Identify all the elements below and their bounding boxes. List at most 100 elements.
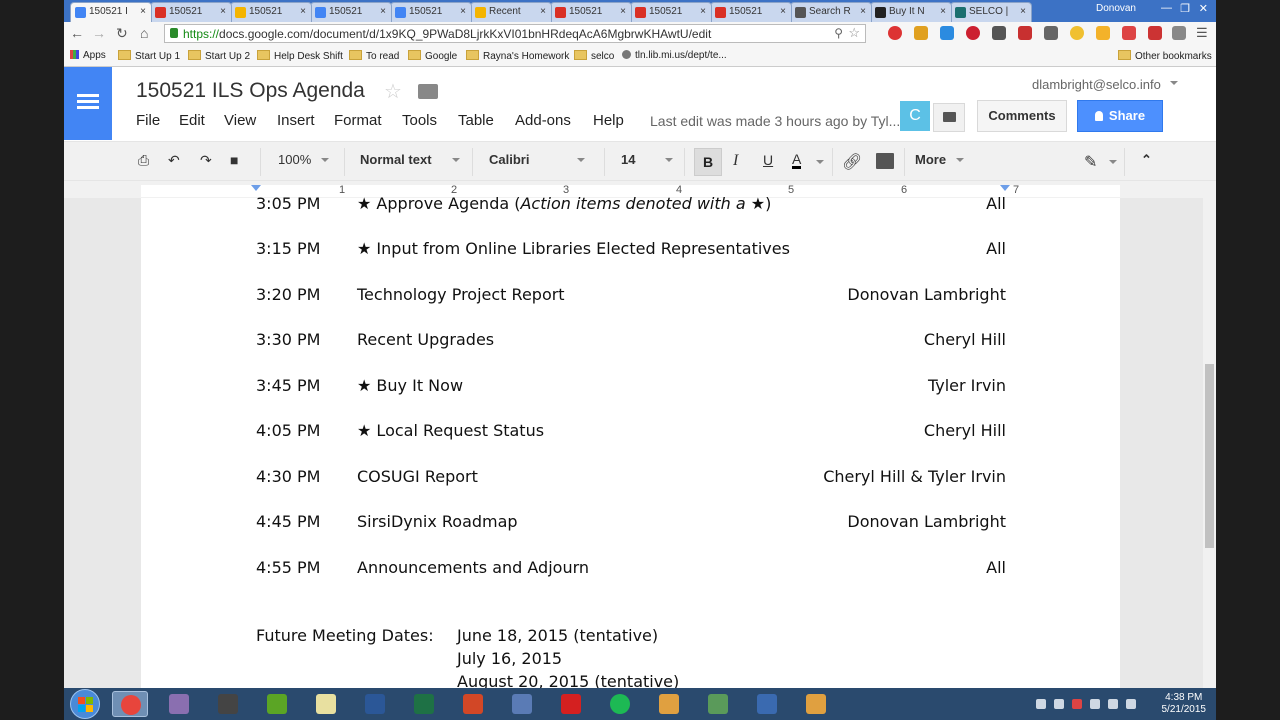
tray-show-hidden-icon[interactable]: [1036, 699, 1046, 709]
forward-icon[interactable]: →: [92, 25, 106, 41]
extension-gray-icon[interactable]: [1172, 26, 1186, 40]
menu-insert[interactable]: Insert: [277, 112, 315, 129]
bookmark-start-up-2[interactable]: Start Up 2: [188, 50, 250, 62]
taskbar-notepad-button[interactable]: [308, 691, 344, 717]
extension-blue-icon[interactable]: [940, 26, 954, 40]
browser-tab[interactable]: Recent ×: [470, 2, 552, 22]
redo-icon[interactable]: ↷: [200, 152, 212, 169]
share-button[interactable]: Share: [1077, 100, 1163, 132]
more-button[interactable]: More: [915, 152, 965, 167]
menu-tools[interactable]: Tools: [402, 112, 437, 129]
bookmark-google[interactable]: Google: [408, 50, 457, 62]
extension-eye-icon[interactable]: [914, 26, 928, 40]
taskbar-flower-button[interactable]: [651, 691, 687, 717]
browser-tab[interactable]: 150521 ×: [230, 2, 312, 22]
tray-volume-icon[interactable]: [1126, 699, 1136, 709]
gmail-icon[interactable]: [1122, 26, 1136, 40]
chat-button[interactable]: [933, 103, 965, 132]
browser-tab[interactable]: 150521 ×: [150, 2, 232, 22]
left-indent-marker[interactable]: [251, 185, 261, 191]
bookmark-apps[interactable]: Apps: [70, 50, 106, 61]
zoom-icon[interactable]: ⚲: [834, 26, 843, 40]
undo-icon[interactable]: ↶: [168, 152, 180, 169]
last-edit-link[interactable]: Last edit was made 3 hours ago by Tyl...: [650, 113, 920, 129]
document-page[interactable]: 3:05 PM ★ Approve Agenda (Action items d…: [141, 194, 1120, 691]
system-clock[interactable]: 4:38 PM 5/21/2015: [1162, 692, 1207, 716]
taskbar-network-button[interactable]: [700, 691, 736, 717]
move-to-folder-icon[interactable]: [418, 84, 438, 99]
tab-close-icon[interactable]: ×: [1020, 6, 1026, 17]
link-icon[interactable]: 🔗︎: [842, 152, 862, 172]
editing-mode-dropdown-icon[interactable]: [1109, 160, 1117, 164]
extension-opera-icon[interactable]: [888, 26, 902, 40]
taskbar-evernote-button[interactable]: [259, 691, 295, 717]
tab-close-icon[interactable]: ×: [620, 6, 626, 17]
extension-red-icon[interactable]: [1018, 26, 1032, 40]
browser-tab[interactable]: 150521 ×: [630, 2, 712, 22]
menu-table[interactable]: Table: [458, 112, 494, 129]
taskbar-word-button[interactable]: [357, 691, 393, 717]
taskbar-powerpoint-button[interactable]: [455, 691, 491, 717]
back-icon[interactable]: ←: [70, 25, 84, 41]
font-size-select[interactable]: 14: [621, 152, 674, 167]
bookmark-tln[interactable]: tln.lib.mi.us/dept/te...: [622, 50, 727, 61]
tab-close-icon[interactable]: ×: [780, 6, 786, 17]
extension-yellow-icon[interactable]: [1070, 26, 1084, 40]
italic-button[interactable]: I: [733, 152, 738, 170]
tab-close-icon[interactable]: ×: [380, 6, 386, 17]
paint-format-icon[interactable]: ■: [230, 152, 238, 168]
address-bar[interactable]: https://docs.google.com/document/d/1x9KQ…: [164, 24, 866, 43]
home-icon[interactable]: ⌂: [140, 25, 148, 41]
restore-icon[interactable]: ❐: [1180, 2, 1190, 15]
taskbar-flower2-button[interactable]: [798, 691, 834, 717]
comment-insert-icon[interactable]: [876, 153, 894, 169]
bookmark-help-desk-shift[interactable]: Help Desk Shift: [257, 50, 343, 62]
taskbar-owl-button[interactable]: [210, 691, 246, 717]
bookmark-selco[interactable]: selco: [574, 50, 614, 62]
tray-antivirus-icon[interactable]: [1072, 699, 1082, 709]
browser-tab[interactable]: 150521 ×: [310, 2, 392, 22]
pinterest-icon[interactable]: [966, 26, 980, 40]
browser-tab[interactable]: 150521 ×: [550, 2, 632, 22]
browser-tab[interactable]: 150521 ×: [390, 2, 472, 22]
right-indent-marker[interactable]: [1000, 185, 1010, 191]
comments-button[interactable]: Comments: [977, 100, 1067, 132]
underline-button[interactable]: U: [763, 152, 773, 168]
print-icon[interactable]: ⎙: [138, 152, 149, 169]
extension-gear-icon[interactable]: [992, 26, 1006, 40]
extension-pdf-icon[interactable]: [1148, 26, 1162, 40]
menu-format[interactable]: Format: [334, 112, 382, 129]
taskbar-splat-button[interactable]: [553, 691, 589, 717]
document-scrollbar[interactable]: [1203, 198, 1216, 688]
taskbar-chrome-button[interactable]: [112, 691, 148, 717]
bookmark-to-read[interactable]: To read: [349, 50, 399, 62]
tray-wifi-icon[interactable]: [1108, 699, 1118, 709]
bookmark-other[interactable]: Other bookmarks: [1118, 50, 1212, 62]
taskbar-remote-button[interactable]: [749, 691, 785, 717]
bookmark-star-icon[interactable]: ☆: [848, 25, 860, 41]
editing-mode-pencil-icon[interactable]: ✎: [1084, 152, 1097, 172]
browser-tab[interactable]: SELCO | ×: [950, 2, 1032, 22]
reload-icon[interactable]: ↻: [116, 25, 128, 42]
tab-close-icon[interactable]: ×: [700, 6, 706, 17]
menu-file[interactable]: File: [136, 112, 160, 129]
browser-tab[interactable]: Buy It N ×: [870, 2, 952, 22]
scrollbar-thumb[interactable]: [1205, 364, 1214, 548]
taskbar-excel-button[interactable]: [406, 691, 442, 717]
star-icon[interactable]: ☆: [384, 79, 402, 104]
browser-tab[interactable]: 150521 I ×: [70, 2, 152, 22]
tab-close-icon[interactable]: ×: [460, 6, 466, 17]
tab-close-icon[interactable]: ×: [940, 6, 946, 17]
collaborator-avatar[interactable]: C: [900, 101, 930, 131]
menu-help[interactable]: Help: [593, 112, 624, 129]
tab-close-icon[interactable]: ×: [140, 6, 146, 17]
text-color-button[interactable]: A: [792, 152, 802, 169]
tab-close-icon[interactable]: ×: [540, 6, 546, 17]
user-email[interactable]: dlambright@selco.info: [1032, 77, 1161, 92]
font-select[interactable]: Calibri: [489, 152, 586, 167]
collapse-controls-icon[interactable]: ⌃: [1141, 152, 1152, 168]
chrome-menu-icon[interactable]: ☰: [1196, 25, 1208, 41]
browser-tab[interactable]: Search R ×: [790, 2, 872, 22]
taskbar-paint-button[interactable]: [504, 691, 540, 717]
keep-icon[interactable]: [1096, 26, 1110, 40]
